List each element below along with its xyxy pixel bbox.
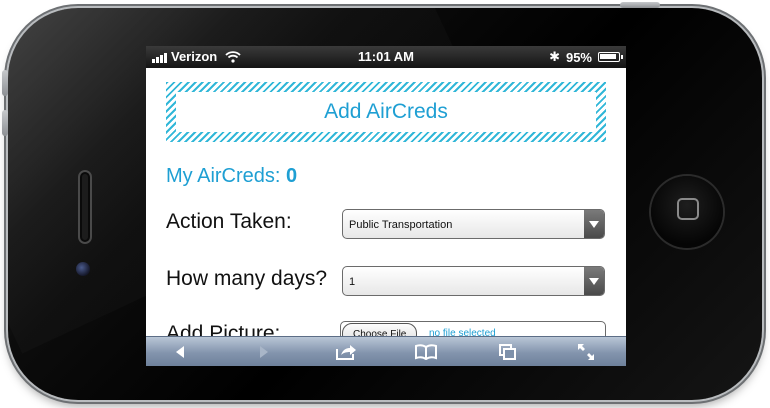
battery-area: ✱ 95% [549,49,623,65]
status-bar: Verizon 11:01 AM ✱ 95% [146,46,626,68]
sleep-button [620,2,660,8]
days-select-value: 1 [349,276,356,288]
battery-icon [598,52,623,62]
credits-label: My AirCreds: [166,165,281,187]
page-header-inner: Add AirCreds [176,92,596,132]
volume-up-button [2,70,8,96]
volume-down-button [2,110,8,136]
pages-icon[interactable] [496,343,520,361]
page-title: Add AirCreds [324,100,448,123]
days-label: How many days? [166,267,328,290]
credits-line: My AirCreds: 0 [166,165,297,188]
battery-percent: 95% [565,49,592,65]
credits-value: 0 [286,165,298,187]
earpiece-speaker [78,170,92,244]
phone-screen: Verizon 11:01 AM ✱ 95% Add AirCreds My A… [146,46,626,366]
action-label: Action Taken: [166,210,292,233]
home-button-icon [677,198,699,220]
fullscreen-icon[interactable] [574,343,598,361]
action-select[interactable]: Public Transportation [342,209,605,239]
browser-toolbar [146,336,626,366]
share-icon[interactable] [334,343,358,361]
bookmarks-icon[interactable] [414,343,438,361]
chevron-down-icon [584,267,604,295]
back-icon[interactable] [168,343,192,361]
action-select-value: Public Transportation [349,219,453,231]
page-header: Add AirCreds [166,82,606,142]
bluetooth-icon: ✱ [549,49,560,64]
front-camera [76,262,90,276]
days-select[interactable]: 1 [342,266,605,296]
forward-icon[interactable] [252,343,276,361]
chevron-down-icon [584,210,604,238]
